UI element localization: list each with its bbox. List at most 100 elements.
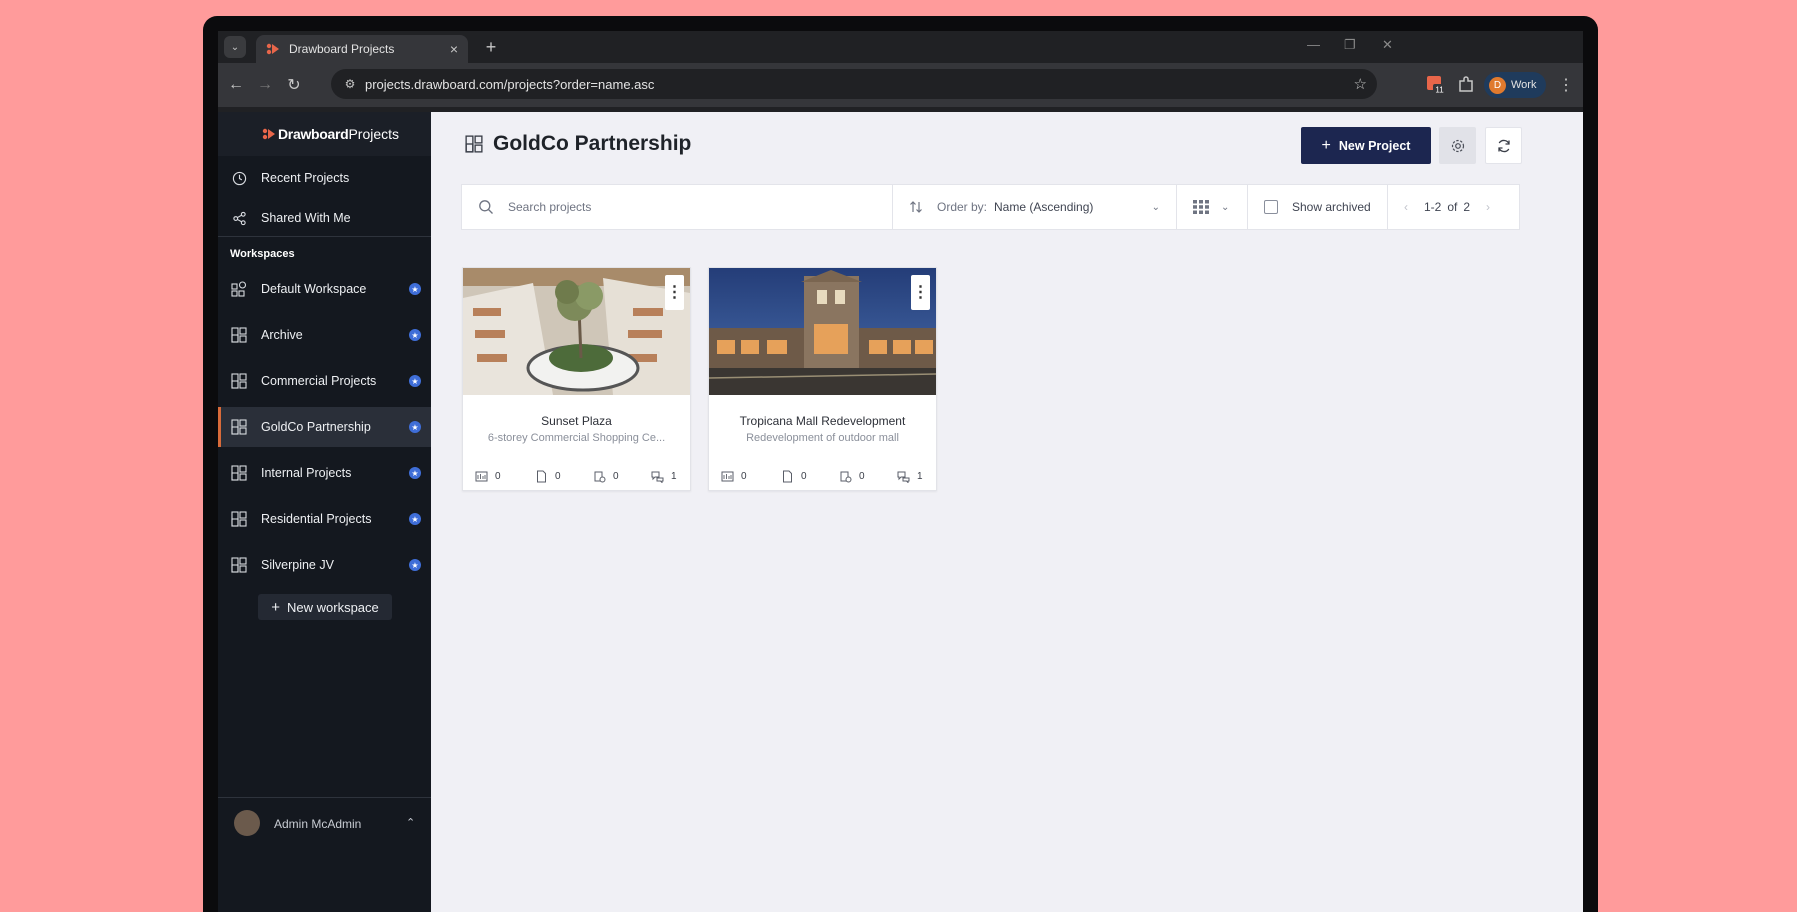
sidebar-item-recent-projects[interactable]: Recent Projects [218,158,431,198]
workspace-icon [231,511,247,527]
drawboard-logo-icon [262,128,275,140]
user-name[interactable]: Admin McAdmin [274,817,361,831]
logo-row: Drawboard Projects [218,112,431,156]
chevron-right-icon[interactable]: › [1486,200,1490,214]
project-card-sunset-plaza[interactable]: ⋮ Sunset Plaza 6-storey Commercial Shopp… [462,267,691,491]
comments-icon [651,471,664,483]
chevron-left-icon[interactable]: ‹ [1404,200,1408,214]
sidebar: Drawboard Projects Recent Projects Share… [218,112,431,912]
show-archived-checkbox[interactable] [1264,200,1278,214]
task-icon [840,471,852,483]
stat-tasks: 0 [593,470,619,483]
favorite-star-icon[interactable]: ★ [409,559,421,571]
outdoor-mall-image [709,268,936,395]
tab-strip: ⌄ Drawboard Projects × + — ❐ ✕ [218,31,1583,63]
workspace-icon [465,135,483,153]
pagination: ‹ 1-2 of 2 › [1388,185,1520,229]
sidebar-item-silverpine-jv[interactable]: Silverpine JV ★ [218,545,431,585]
workspace-icon [231,373,247,389]
search-input[interactable] [508,200,838,214]
project-card-tropicana-mall[interactable]: ⋮ Tropicana Mall Redevelopment Redevelop… [708,267,937,491]
extension-badge-icon[interactable]: 11 [1426,75,1446,95]
page-header: GoldCo Partnership [465,132,691,156]
sidebar-item-label: Recent Projects [261,171,350,185]
task-icon [594,471,606,483]
logo-text-bold: Drawboard [278,126,349,142]
stat-value: 0 [495,471,501,482]
workspace-settings-button[interactable] [1439,127,1476,164]
url-text[interactable]: projects.drawboard.com/projects?order=na… [365,77,654,92]
stat-value: 0 [801,471,807,482]
sidebar-item-shared-with-me[interactable]: Shared With Me [218,198,431,238]
stat-drawings: 0 [721,470,747,483]
site-settings-icon[interactable]: ⚙ [341,75,359,93]
drawboard-logo[interactable]: Drawboard Projects [262,126,399,142]
extensions-puzzle-icon[interactable] [1456,75,1476,95]
tab-search-button[interactable]: ⌄ [224,36,246,58]
new-tab-button[interactable]: + [480,36,502,58]
sidebar-divider [218,236,431,237]
stat-documents: 0 [781,470,807,483]
forward-button[interactable]: → [253,73,277,97]
order-by-dropdown[interactable]: Order by: Name (Ascending) ⌄ [893,185,1177,229]
avatar[interactable] [234,810,260,836]
stat-comments: 1 [897,470,923,483]
project-stats: 0 0 0 1 [463,470,690,484]
card-menu-button[interactable]: ⋮ [665,275,684,310]
browser-tab[interactable]: Drawboard Projects × [256,35,468,63]
chevron-down-icon: ⌄ [1151,201,1160,213]
extension-badge-count: 11 [1435,86,1444,95]
workspace-icon [231,419,247,435]
favorite-star-icon[interactable]: ★ [409,421,421,433]
refresh-button[interactable] [1485,127,1522,164]
view-mode-dropdown[interactable]: ⌄ [1177,185,1248,229]
stat-comments: 1 [651,470,677,483]
favorite-star-icon[interactable]: ★ [409,513,421,525]
tab-close-icon[interactable]: × [450,41,458,57]
drawboard-favicon-icon [266,43,279,55]
workspace-default-icon [231,281,247,297]
sidebar-item-goldco-partnership[interactable]: GoldCo Partnership ★ [218,407,431,447]
minimize-icon[interactable]: — [1307,37,1320,52]
bookmark-star-icon[interactable]: ☆ [1354,75,1367,93]
sidebar-item-commercial-projects[interactable]: Commercial Projects ★ [218,361,431,401]
favorite-star-icon[interactable]: ★ [409,329,421,341]
favorite-star-icon[interactable]: ★ [409,283,421,295]
workspace-icon [231,465,247,481]
card-menu-button[interactable]: ⋮ [911,275,930,310]
sidebar-item-label: Default Workspace [261,282,367,296]
drawing-icon [721,471,734,482]
back-button[interactable]: ← [224,73,248,97]
restore-icon[interactable]: ❐ [1344,37,1356,53]
new-workspace-label: New workspace [287,599,379,615]
show-archived-toggle[interactable]: Show archived [1248,185,1388,229]
new-project-button[interactable]: + New Project [1301,127,1431,164]
stat-value: 0 [859,471,865,482]
sidebar-item-internal-projects[interactable]: Internal Projects ★ [218,453,431,493]
sidebar-item-label: Silverpine JV [261,558,334,572]
sidebar-item-residential-projects[interactable]: Residential Projects ★ [218,499,431,539]
favorite-star-icon[interactable]: ★ [409,467,421,479]
project-title: Sunset Plaza [541,414,612,428]
stat-value: 0 [555,471,561,482]
sidebar-item-default-workspace[interactable]: Default Workspace ★ [218,269,431,309]
profile-label: Work [1511,79,1537,91]
sidebar-item-archive[interactable]: Archive ★ [218,315,431,355]
browser-menu-icon[interactable]: ⋮ [1558,75,1574,95]
new-workspace-button[interactable]: + New workspace [258,594,392,620]
project-stats: 0 0 0 1 [709,470,936,484]
pagination-total: 2 [1463,200,1471,214]
address-bar[interactable]: ⚙ projects.drawboard.com/projects?order=… [331,69,1377,99]
pagination-range: 1-2 [1424,200,1442,214]
favorite-star-icon[interactable]: ★ [409,375,421,387]
search-icon [479,200,493,214]
project-description: 6-storey Commercial Shopping Ce... [487,432,666,444]
browser-toolbar: ← → ↻ ⚙ projects.drawboard.com/projects?… [218,63,1583,107]
laptop-frame: ⌄ Drawboard Projects × + — ❐ ✕ ← → ↻ ⚙ p… [203,16,1598,912]
window-close-icon[interactable]: ✕ [1382,37,1393,53]
chevron-up-icon[interactable]: ⌃ [406,816,415,829]
profile-button[interactable]: D Work [1484,72,1546,98]
order-by-value: Name (Ascending) [994,200,1094,214]
show-archived-label: Show archived [1292,200,1371,214]
reload-button[interactable]: ↻ [282,73,306,97]
